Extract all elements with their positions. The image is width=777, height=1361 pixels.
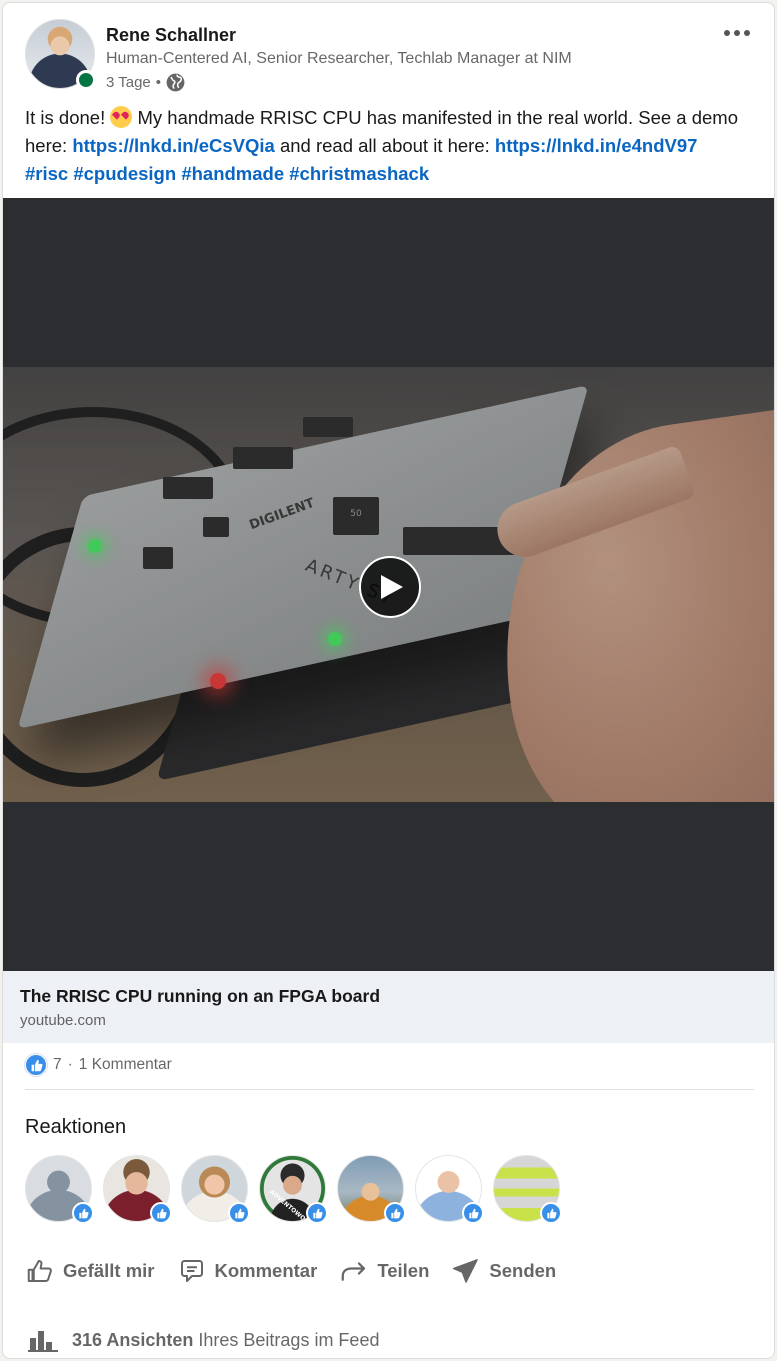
hashtag-link[interactable]: #risc bbox=[25, 163, 68, 184]
globe-icon bbox=[166, 73, 185, 92]
like-reaction-icon bbox=[25, 1054, 47, 1076]
like-badge-icon bbox=[462, 1202, 484, 1224]
reactor-avatar[interactable] bbox=[103, 1155, 172, 1224]
post-text: It is done! My handmade RRISC CPU has ma… bbox=[25, 104, 745, 188]
views-count: 316 Ansichten bbox=[72, 1329, 194, 1350]
like-badge-icon bbox=[150, 1202, 172, 1224]
post-card: Rene Schallner Human-Centered AI, Senior… bbox=[2, 2, 775, 1359]
hashtag-link[interactable]: #christmashack bbox=[289, 163, 429, 184]
reactor-avatar[interactable] bbox=[181, 1155, 250, 1224]
like-badge-icon bbox=[540, 1202, 562, 1224]
link-preview[interactable]: The RRISC CPU running on an FPGA board y… bbox=[3, 971, 774, 1043]
video-player[interactable]: 50 DIGILENT ARTY S7 bbox=[3, 198, 774, 971]
share-button[interactable]: Teilen bbox=[339, 1256, 429, 1286]
post-meta: 3 Tage • bbox=[106, 73, 185, 92]
meta-separator: • bbox=[155, 74, 162, 91]
divider bbox=[25, 1089, 754, 1090]
play-button[interactable] bbox=[359, 556, 421, 618]
send-button[interactable]: Senden bbox=[451, 1256, 556, 1286]
play-icon bbox=[381, 575, 403, 599]
more-options-button[interactable] bbox=[715, 17, 759, 49]
reactor-avatar[interactable]: ADVENTOWORK bbox=[259, 1155, 328, 1224]
like-badge-icon bbox=[228, 1202, 250, 1224]
demo-link[interactable]: https://lnkd.in/eCsVQia bbox=[72, 135, 275, 156]
thumbs-up-icon bbox=[27, 1260, 52, 1282]
hashtag-link[interactable]: #cpudesign bbox=[73, 163, 176, 184]
count-separator: · bbox=[67, 1056, 73, 1073]
preview-title: The RRISC CPU running on an FPGA board bbox=[20, 986, 381, 1006]
author-headline: Human-Centered AI, Senior Researcher, Te… bbox=[106, 50, 572, 67]
reactor-avatar[interactable] bbox=[493, 1155, 562, 1224]
send-icon bbox=[453, 1259, 479, 1283]
reaction-count[interactable]: 7 bbox=[53, 1056, 62, 1074]
post-time: 3 Tage bbox=[106, 74, 151, 91]
social-counts: 7 · 1 Kommentar bbox=[25, 1054, 172, 1076]
author-name[interactable]: Rene Schallner bbox=[106, 25, 236, 46]
like-label: Gefällt mir bbox=[63, 1260, 155, 1281]
comment-label: Kommentar bbox=[214, 1260, 318, 1281]
comment-button[interactable]: Kommentar bbox=[177, 1256, 318, 1286]
like-button[interactable]: Gefällt mir bbox=[25, 1256, 155, 1286]
like-badge-icon bbox=[384, 1202, 406, 1224]
views-suffix: Ihres Beitrags im Feed bbox=[193, 1329, 380, 1350]
reactor-avatar[interactable] bbox=[25, 1155, 94, 1224]
preview-source: youtube.com bbox=[20, 1012, 106, 1029]
reactor-list: ADVENTOWORK bbox=[25, 1155, 562, 1224]
reactor-avatar[interactable] bbox=[337, 1155, 406, 1224]
send-label: Senden bbox=[489, 1260, 557, 1281]
reactor-avatar[interactable] bbox=[415, 1155, 484, 1224]
bar-chart-icon bbox=[28, 1331, 58, 1352]
star-struck-emoji-icon bbox=[110, 106, 133, 128]
post-text-part: It is done! bbox=[25, 107, 111, 128]
online-status-indicator bbox=[76, 70, 96, 90]
comment-count[interactable]: 1 Kommentar bbox=[79, 1056, 172, 1074]
share-label: Teilen bbox=[377, 1260, 430, 1281]
reactions-title: Reaktionen bbox=[25, 1116, 127, 1138]
post-analytics[interactable]: 316 Ansichten Ihres Beitrags im Feed bbox=[28, 1328, 379, 1352]
like-badge-icon bbox=[306, 1202, 328, 1224]
article-link[interactable]: https://lnkd.in/e4ndV97 bbox=[495, 135, 698, 156]
share-icon bbox=[341, 1262, 366, 1281]
post-text-part: and read all about it here: bbox=[274, 135, 495, 156]
like-badge-icon bbox=[72, 1202, 94, 1224]
action-bar: Gefällt mir Kommentar Teilen Senden bbox=[25, 1256, 578, 1286]
comment-icon bbox=[180, 1260, 203, 1282]
hashtag-link[interactable]: #handmade bbox=[181, 163, 284, 184]
